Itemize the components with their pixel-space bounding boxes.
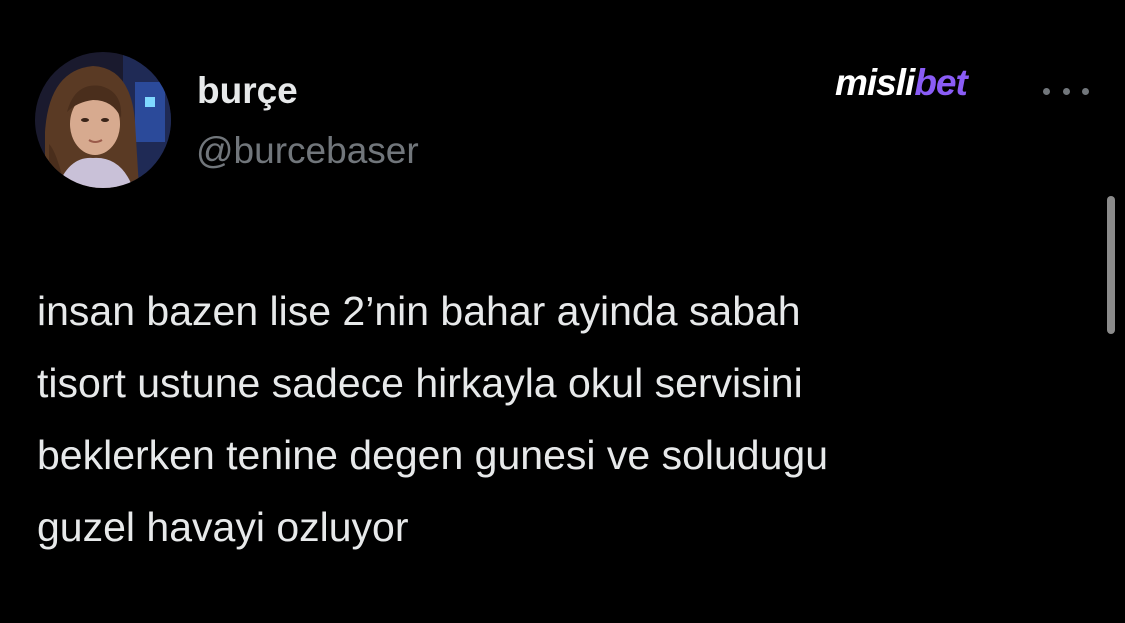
ellipsis-icon: [1082, 87, 1089, 95]
watermark-part-2: bet: [914, 62, 967, 103]
tweet-text-line: insan bazen lise 2’nin bahar ayinda saba…: [37, 288, 801, 334]
avatar-photo-icon: [35, 52, 171, 188]
tweet-card: burçe @burcebaser mislibet insan bazen l…: [0, 0, 1125, 623]
tweet-text-line: beklerken tenine degen gunesi ve soludug…: [37, 432, 828, 478]
avatar[interactable]: [35, 52, 171, 188]
more-options-button[interactable]: [1043, 78, 1089, 104]
tweet-text-line: guzel havayi ozluyor: [37, 504, 409, 550]
watermark-logo: mislibet: [835, 62, 968, 104]
ellipsis-icon: [1062, 87, 1070, 95]
user-handle[interactable]: @burcebaser: [196, 130, 419, 172]
tweet-text: insan bazen lise 2’nin bahar ayinda saba…: [37, 275, 1077, 563]
scrollbar-thumb[interactable]: [1107, 196, 1115, 334]
tweet-text-line: tisort ustune sadece hirkayla okul servi…: [37, 360, 803, 406]
display-name[interactable]: burçe: [197, 70, 298, 112]
watermark-part-1: misli: [835, 62, 915, 103]
ellipsis-icon: [1043, 87, 1050, 95]
